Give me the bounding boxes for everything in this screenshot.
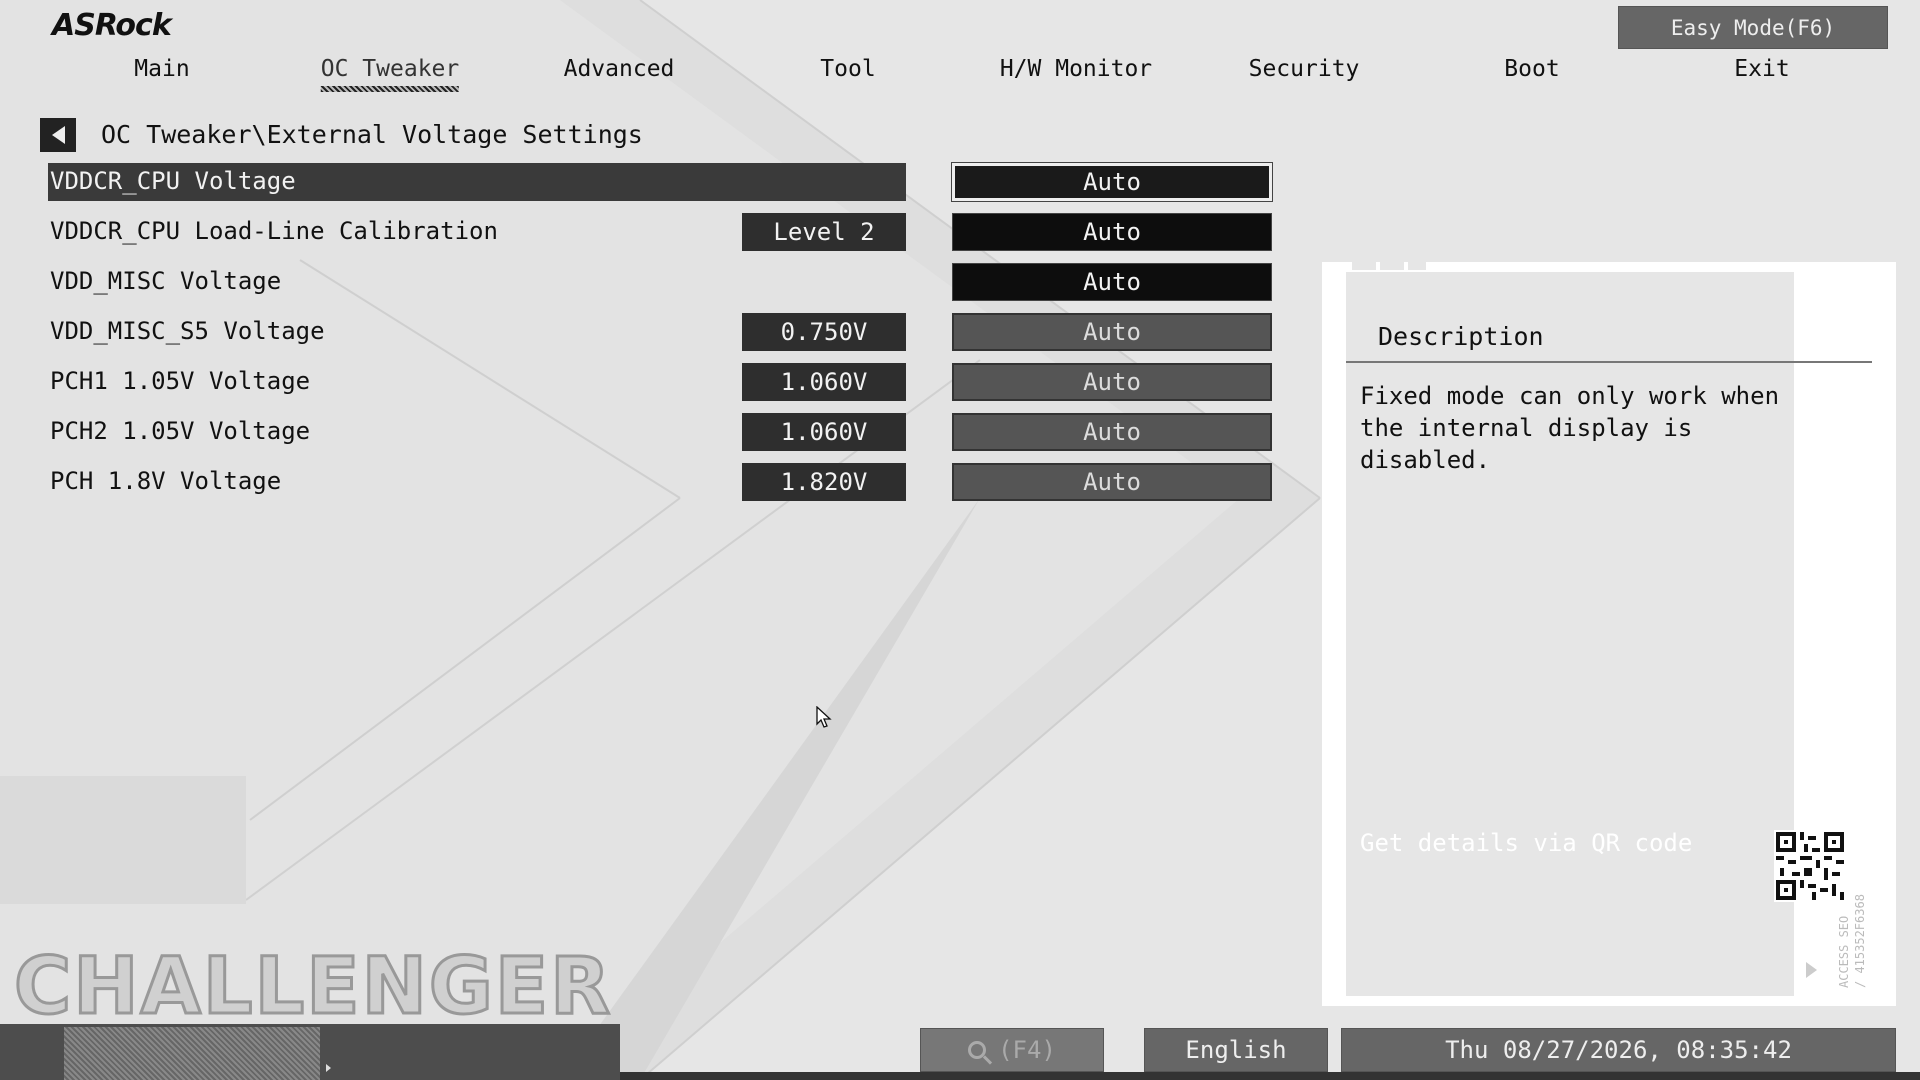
search-shortcut-label: (F4) <box>998 1036 1056 1064</box>
tab-boot[interactable]: Boot <box>1504 56 1559 86</box>
qr-caption: Get details via QR code <box>1360 829 1693 857</box>
setting-label: PCH 1.8V Voltage <box>50 467 282 495</box>
hatch-pattern <box>64 1027 320 1080</box>
current-value: Level 2 <box>742 213 906 251</box>
option-vdd-misc-s5-voltage[interactable]: Auto <box>952 313 1272 351</box>
option-pch2-voltage[interactable]: Auto <box>952 413 1272 451</box>
breadcrumb: OC Tweaker\External Voltage Settings <box>101 120 643 149</box>
panel-notch <box>1380 262 1404 270</box>
current-value: 1.820V <box>742 463 906 501</box>
challenger-watermark: CHALLENGER <box>12 941 613 1034</box>
back-arrow-icon <box>51 126 65 144</box>
description-panel: Description Fixed mode can only work whe… <box>1322 262 1896 1006</box>
setting-row-pch2-voltage[interactable]: PCH2 1.05V Voltage 1.060V <box>48 413 906 451</box>
current-value: 1.060V <box>742 413 906 451</box>
description-title: Description <box>1378 322 1544 351</box>
asrock-logo: ASRock <box>52 8 172 43</box>
description-divider <box>1346 361 1872 363</box>
current-value: 0.750V <box>742 313 906 351</box>
setting-row-pch-1-8v-voltage[interactable]: PCH 1.8V Voltage 1.820V <box>48 463 906 501</box>
tab-exit[interactable]: Exit <box>1734 56 1789 86</box>
setting-label: PCH1 1.05V Voltage <box>50 367 311 395</box>
setting-row-vdd-misc-voltage[interactable]: VDD_MISC Voltage <box>48 263 906 301</box>
language-button[interactable]: English <box>1144 1028 1328 1072</box>
tab-tool[interactable]: Tool <box>820 56 875 86</box>
datetime-display: Thu 08/27/2026, 08:35:42 <box>1341 1028 1896 1072</box>
setting-row-pch1-voltage[interactable]: PCH1 1.05V Voltage 1.060V <box>48 363 906 401</box>
option-vddcr-cpu-llc[interactable]: Auto <box>952 213 1272 251</box>
setting-label: VDDCR_CPU Load-Line Calibration <box>50 217 498 245</box>
option-vdd-misc-voltage[interactable]: Auto <box>952 263 1272 301</box>
back-button[interactable] <box>40 118 76 152</box>
tab-oc-tweaker[interactable]: OC Tweaker <box>320 56 460 92</box>
easy-mode-button[interactable]: Easy Mode(F6) <box>1618 6 1888 49</box>
search-button[interactable]: (F4) <box>920 1028 1104 1072</box>
option-pch-1-8v-voltage[interactable]: Auto <box>952 463 1272 501</box>
option-pch1-voltage[interactable]: Auto <box>952 363 1272 401</box>
description-text: Fixed mode can only work when the intern… <box>1360 382 1780 474</box>
tab-advanced[interactable]: Advanced <box>564 56 675 86</box>
option-vddcr-cpu-voltage[interactable]: Auto <box>951 162 1273 202</box>
tab-hw-monitor[interactable]: H/W Monitor <box>1000 56 1152 86</box>
bottom-bar <box>620 1072 1920 1080</box>
panel-notch <box>1352 262 1376 270</box>
search-icon <box>968 1041 987 1059</box>
setting-row-vddcr-cpu-llc[interactable]: VDDCR_CPU Load-Line Calibration Level 2 <box>48 213 906 251</box>
tab-security[interactable]: Security <box>1249 56 1360 86</box>
panel-notch <box>1408 262 1426 270</box>
main-nav: Main OC Tweaker Advanced Tool H/W Monito… <box>0 56 1920 96</box>
tab-main[interactable]: Main <box>134 56 189 86</box>
decorative-box <box>0 776 246 904</box>
panel-arrow-icon <box>1806 962 1817 978</box>
setting-label: VDDCR_CPU Voltage <box>50 167 296 195</box>
current-value: 1.060V <box>742 363 906 401</box>
setting-label: PCH2 1.05V Voltage <box>50 417 311 445</box>
access-seo-text: ACCESS SEO / 415352F6368 <box>1837 894 1867 988</box>
setting-label: VDD_MISC Voltage <box>50 267 282 295</box>
small-arrow-icon <box>326 1064 331 1072</box>
setting-label: VDD_MISC_S5 Voltage <box>50 317 325 345</box>
mouse-cursor-icon <box>816 706 832 728</box>
setting-row-vddcr-cpu-voltage[interactable]: VDDCR_CPU Voltage <box>48 163 906 201</box>
setting-row-vdd-misc-s5-voltage[interactable]: VDD_MISC_S5 Voltage 0.750V <box>48 313 906 351</box>
